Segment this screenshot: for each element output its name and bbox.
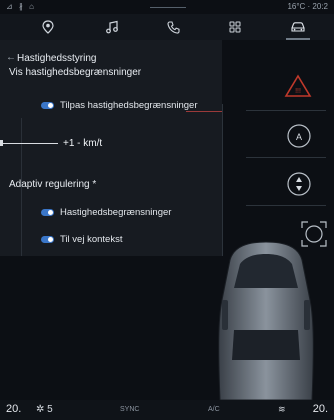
phone-icon (166, 20, 180, 34)
nav-location[interactable] (33, 17, 63, 37)
status-temperature-time: 16°C · 20:2 (287, 2, 328, 11)
vehicle-illustration (200, 240, 334, 405)
warning-triangle-icon: !!! (284, 74, 312, 97)
nav-vehicle[interactable] (283, 17, 313, 40)
speed-limiter-indicator: A (286, 123, 312, 154)
panel-right-edge (222, 104, 223, 256)
right-divider-1 (246, 110, 326, 111)
page-title: Hastighedsstyring (17, 53, 97, 64)
adjust-limits-toggle[interactable] (41, 102, 54, 109)
warning-indicator: !!! (284, 74, 312, 103)
speed-limits-toggle[interactable] (41, 209, 54, 216)
fan-level: 5 (47, 404, 53, 415)
speed-offset-value[interactable]: +1 - km/t (63, 138, 102, 149)
sync-button[interactable]: SYNC (120, 406, 139, 413)
road-context-label: Til vej kontekst (60, 234, 123, 245)
speed-limits-row[interactable]: Hastighedsbegrænsninger (41, 207, 171, 218)
seat-heat-icon[interactable]: ≋ (278, 404, 286, 415)
car-icon (291, 22, 305, 32)
passenger-temperature[interactable]: 20. (313, 403, 328, 415)
status-bar: ⊿ ∦ ⌂ 16°C · 20:2 (0, 0, 334, 14)
section-title-adaptive: Adaptiv regulering * (9, 179, 97, 190)
right-divider-3 (246, 205, 326, 206)
road-context-toggle[interactable] (41, 236, 54, 243)
apps-icon (229, 21, 241, 33)
music-icon (106, 20, 118, 34)
adjust-limits-row[interactable]: Tilpas hastighedsbegrænsninger (41, 100, 197, 111)
location-icon (42, 20, 54, 34)
ac-button[interactable]: A/C (208, 406, 220, 413)
callout-pointer-line (0, 143, 58, 144)
climate-bar: 20. ✲ 5 SYNC A/C ≋ 20. (0, 400, 334, 420)
adjust-limits-label: Tilpas hastighedsbegrænsninger (60, 100, 198, 111)
right-divider-2 (246, 157, 326, 158)
fan-icon: ✲ (36, 404, 45, 415)
back-button[interactable]: ← (6, 52, 16, 63)
nav-phone[interactable] (158, 17, 188, 37)
speed-limits-label: Hastighedsbegrænsninger (60, 207, 172, 218)
section-title-show-limits: Vis hastighedsbegrænsninger (9, 67, 142, 78)
nav-apps[interactable] (220, 17, 250, 37)
speed-gauge-icon: A (287, 124, 311, 148)
adaptive-cruise-icon (287, 172, 311, 196)
car-topview-icon (218, 241, 314, 401)
adaptive-cruise-indicator (286, 171, 312, 202)
top-navigation (0, 14, 334, 40)
road-context-row[interactable]: Til vej kontekst (41, 234, 122, 245)
fan-control[interactable]: ✲ 5 (36, 404, 53, 415)
speed-gauge-letter: A (296, 132, 302, 142)
driver-temperature[interactable]: 20. (6, 403, 21, 415)
nav-music[interactable] (97, 17, 127, 37)
warning-triangle-text: !!! (295, 88, 301, 95)
status-icons: ⊿ ∦ ⌂ (6, 2, 36, 11)
status-divider (150, 7, 186, 8)
adjust-limits-accent-line (186, 111, 222, 112)
